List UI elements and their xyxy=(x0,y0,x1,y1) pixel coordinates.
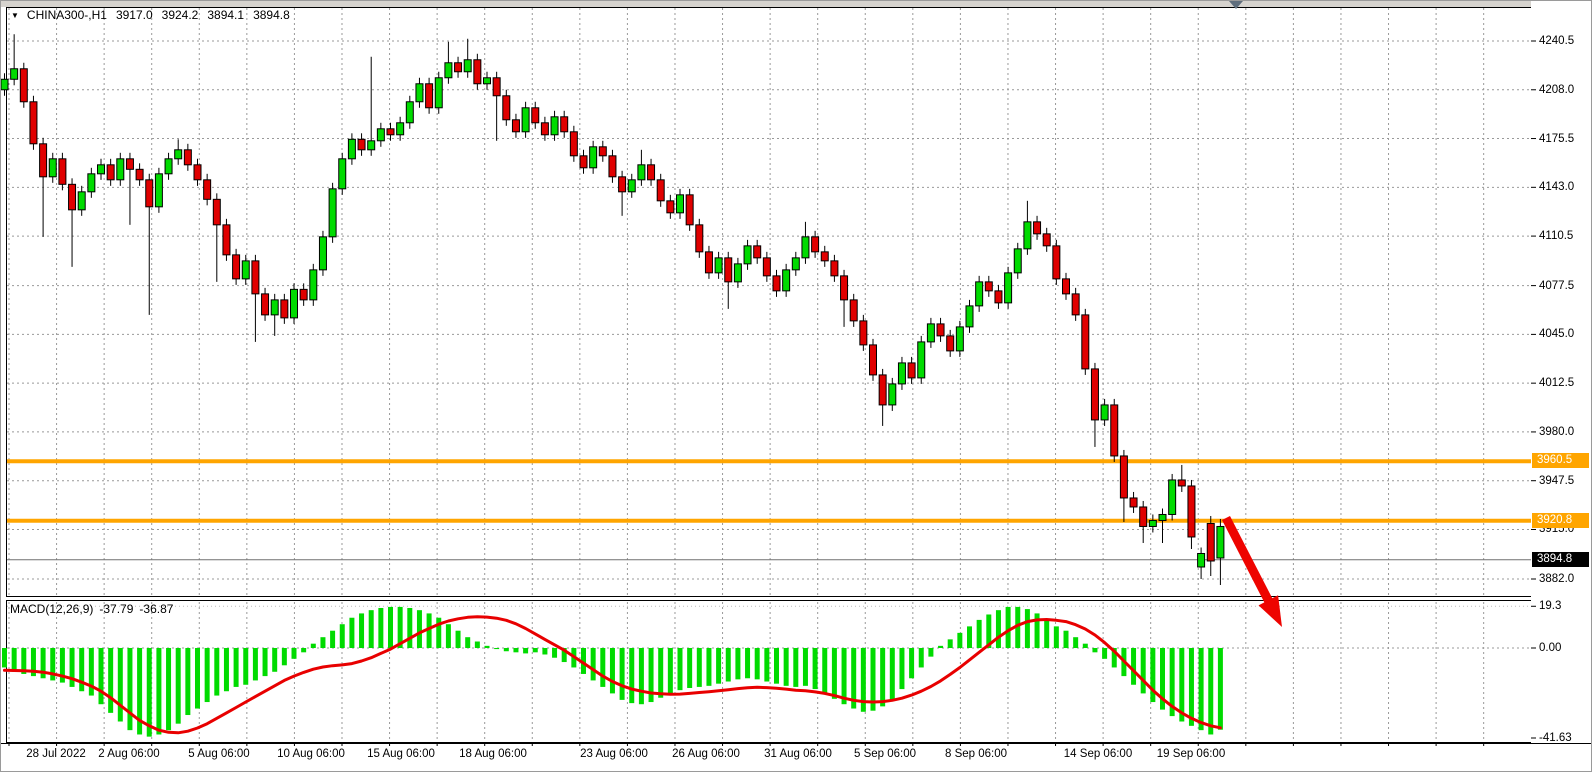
price-axis-label: 4012.5 xyxy=(1539,376,1574,390)
macd-axis-label: 19.3 xyxy=(1539,599,1561,613)
price-axis-label: 4175.5 xyxy=(1539,132,1574,146)
chart-window: ▼ CHINA300-,H1 3917.0 3924.2 3894.1 3894… xyxy=(0,0,1592,772)
symbol-timeframe-label: CHINA300-,H1 xyxy=(27,8,107,22)
macd-indicator-area[interactable] xyxy=(6,600,1532,743)
symbol-dropdown-icon[interactable]: ▼ xyxy=(11,11,19,20)
price-axis-label: 4240.5 xyxy=(1539,34,1574,48)
time-axis-label: 28 Jul 2022 xyxy=(26,748,85,760)
ohlc-open: 3917.0 xyxy=(116,8,153,22)
current-price-badge: 3894.8 xyxy=(1532,552,1589,567)
ohlc-close: 3894.8 xyxy=(253,8,290,22)
macd-header: MACD(12,26,9) -37.79 -36.87 xyxy=(10,602,173,616)
price-axis-label: 4110.5 xyxy=(1539,229,1573,243)
price-axis-label: 3947.5 xyxy=(1539,474,1574,488)
price-axis-label: 3980.0 xyxy=(1539,425,1574,439)
time-axis-label: 18 Aug 06:00 xyxy=(459,748,527,760)
main-chart-area[interactable] xyxy=(6,7,1532,597)
macd-axis-label: 0.00 xyxy=(1539,641,1561,655)
ohlc-high: 3924.2 xyxy=(162,8,199,22)
time-axis-label: 2 Aug 06:00 xyxy=(98,748,159,760)
time-axis-label: 31 Aug 06:00 xyxy=(764,748,832,760)
time-axis-label: 5 Aug 06:00 xyxy=(188,748,249,760)
time-axis-label: 15 Aug 06:00 xyxy=(367,748,435,760)
time-axis-label: 10 Aug 06:00 xyxy=(277,748,345,760)
chart-header: ▼ CHINA300-,H1 3917.0 3924.2 3894.1 3894… xyxy=(11,8,290,22)
time-axis-label: 23 Aug 06:00 xyxy=(580,748,648,760)
time-axis-label: 5 Sep 06:00 xyxy=(854,748,916,760)
price-axis-label: 3882.0 xyxy=(1539,572,1574,586)
price-axis-label: 4208.0 xyxy=(1539,83,1574,97)
time-axis-label: 19 Sep 06:00 xyxy=(1157,748,1225,760)
support-price-badge: 3920.8 xyxy=(1532,513,1589,528)
macd-axis-label: -41.63 xyxy=(1539,731,1572,745)
macd-signal-value: -36.87 xyxy=(139,602,173,616)
macd-value: -37.79 xyxy=(99,602,133,616)
scroll-position-marker-icon[interactable] xyxy=(1229,1,1243,9)
ohlc-low: 3894.1 xyxy=(207,8,244,22)
price-axis-label: 4143.0 xyxy=(1539,180,1574,194)
time-axis-label: 14 Sep 06:00 xyxy=(1064,748,1132,760)
price-axis-label: 4045.0 xyxy=(1539,327,1574,341)
time-axis-label: 8 Sep 06:00 xyxy=(945,748,1007,760)
resistance-price-badge: 3960.5 xyxy=(1532,453,1589,468)
price-axis-label: 4077.5 xyxy=(1539,279,1574,293)
macd-label: MACD(12,26,9) xyxy=(10,602,93,616)
time-axis-label: 26 Aug 06:00 xyxy=(672,748,740,760)
